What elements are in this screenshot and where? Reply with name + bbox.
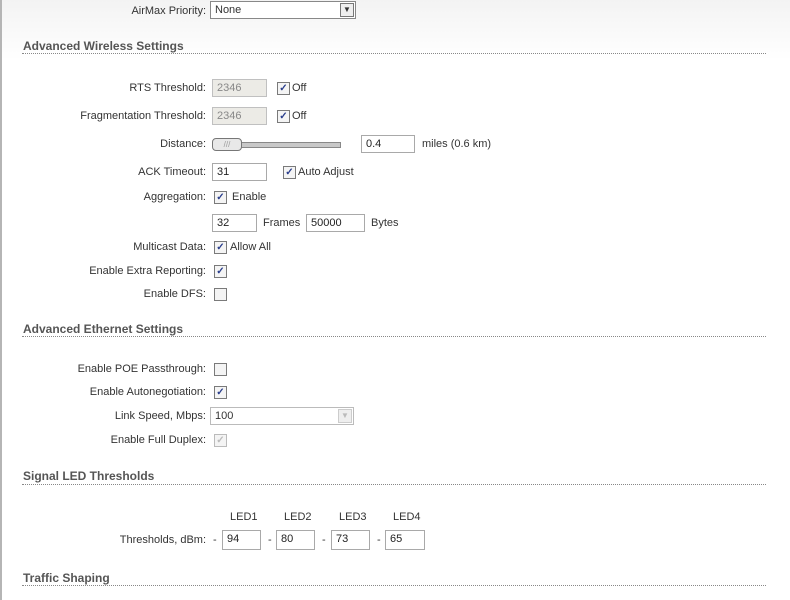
chevron-down-icon: ▼ bbox=[340, 3, 354, 17]
allow-all-label: Allow All bbox=[230, 241, 271, 253]
full-duplex-label: Enable Full Duplex: bbox=[110, 434, 206, 446]
distance-unit: miles (0.6 km) bbox=[422, 138, 492, 150]
led4-input[interactable]: 65 bbox=[385, 530, 425, 550]
extra-reporting-checkbox[interactable]: ✓ bbox=[214, 265, 227, 278]
ack-timeout-label: ACK Timeout: bbox=[138, 166, 206, 178]
aggregation-checkbox[interactable]: ✓ bbox=[214, 191, 227, 204]
dfs-checkbox[interactable] bbox=[214, 288, 227, 301]
autonegotiation-checkbox[interactable]: ✓ bbox=[214, 386, 227, 399]
aggregation-enable-label: Enable bbox=[232, 191, 267, 203]
ack-timeout-input[interactable]: 31 bbox=[212, 163, 267, 181]
aggregation-bytes-input[interactable]: 50000 bbox=[306, 214, 365, 232]
led1-input[interactable]: 94 bbox=[222, 530, 261, 550]
link-speed-select[interactable]: 100 ▼ bbox=[210, 407, 354, 425]
section-title-led: Signal LED Thresholds bbox=[23, 469, 155, 483]
divider bbox=[22, 484, 766, 485]
link-speed-value: 100 bbox=[215, 410, 234, 422]
thresholds-label: Thresholds, dBm: bbox=[119, 534, 206, 546]
full-duplex-checkbox[interactable]: ✓ bbox=[214, 434, 227, 447]
multicast-data-label: Multicast Data: bbox=[133, 241, 206, 253]
distance-slider-handle[interactable]: /// bbox=[212, 138, 242, 151]
led3-input[interactable]: 73 bbox=[331, 530, 370, 550]
minus-sign: - bbox=[377, 534, 381, 546]
divider bbox=[22, 585, 766, 586]
aggregation-label: Aggregation: bbox=[143, 191, 206, 203]
rts-off-checkbox[interactable]: ✓ bbox=[277, 82, 290, 95]
airmax-priority-select[interactable]: None ▼ bbox=[210, 1, 356, 19]
distance-input[interactable]: 0.4 bbox=[361, 135, 415, 153]
section-title-traffic: Traffic Shaping bbox=[23, 571, 110, 585]
bytes-label: Bytes bbox=[371, 217, 399, 229]
link-speed-label: Link Speed, Mbps: bbox=[114, 410, 206, 422]
distance-slider-track[interactable] bbox=[238, 142, 341, 148]
minus-sign: - bbox=[213, 534, 217, 546]
rts-off-label: Off bbox=[292, 82, 307, 94]
dfs-label: Enable DFS: bbox=[143, 288, 206, 300]
led4-label: LED4 bbox=[393, 511, 421, 523]
aggregation-frames-input[interactable]: 32 bbox=[212, 214, 257, 232]
minus-sign: - bbox=[322, 534, 326, 546]
rts-threshold-label: RTS Threshold: bbox=[129, 82, 206, 94]
airmax-priority-value: None bbox=[215, 4, 242, 16]
led1-label: LED1 bbox=[230, 511, 258, 523]
chevron-down-icon: ▼ bbox=[338, 409, 352, 423]
divider bbox=[22, 336, 766, 337]
rts-threshold-input[interactable]: 2346 bbox=[212, 79, 267, 97]
poe-passthrough-checkbox[interactable] bbox=[214, 363, 227, 376]
airmax-priority-label: AirMax Priority: bbox=[131, 5, 206, 17]
fragmentation-threshold-input[interactable]: 2346 bbox=[212, 107, 267, 125]
divider bbox=[22, 53, 766, 54]
fragmentation-threshold-label: Fragmentation Threshold: bbox=[80, 110, 206, 122]
section-title-wireless: Advanced Wireless Settings bbox=[23, 39, 184, 53]
fragmentation-off-checkbox[interactable]: ✓ bbox=[277, 110, 290, 123]
multicast-checkbox[interactable]: ✓ bbox=[214, 241, 227, 254]
auto-adjust-label: Auto Adjust bbox=[298, 166, 354, 178]
left-border bbox=[0, 0, 2, 600]
frames-label: Frames bbox=[263, 217, 301, 229]
auto-adjust-checkbox[interactable]: ✓ bbox=[283, 166, 296, 179]
led2-label: LED2 bbox=[284, 511, 312, 523]
autonegotiation-label: Enable Autonegotiation: bbox=[89, 386, 206, 398]
fragmentation-off-label: Off bbox=[292, 110, 307, 122]
poe-passthrough-label: Enable POE Passthrough: bbox=[77, 363, 206, 375]
led2-input[interactable]: 80 bbox=[276, 530, 315, 550]
section-title-ethernet: Advanced Ethernet Settings bbox=[23, 322, 184, 336]
minus-sign: - bbox=[268, 534, 272, 546]
led3-label: LED3 bbox=[339, 511, 367, 523]
extra-reporting-label: Enable Extra Reporting: bbox=[89, 265, 206, 277]
distance-label: Distance: bbox=[160, 138, 206, 150]
